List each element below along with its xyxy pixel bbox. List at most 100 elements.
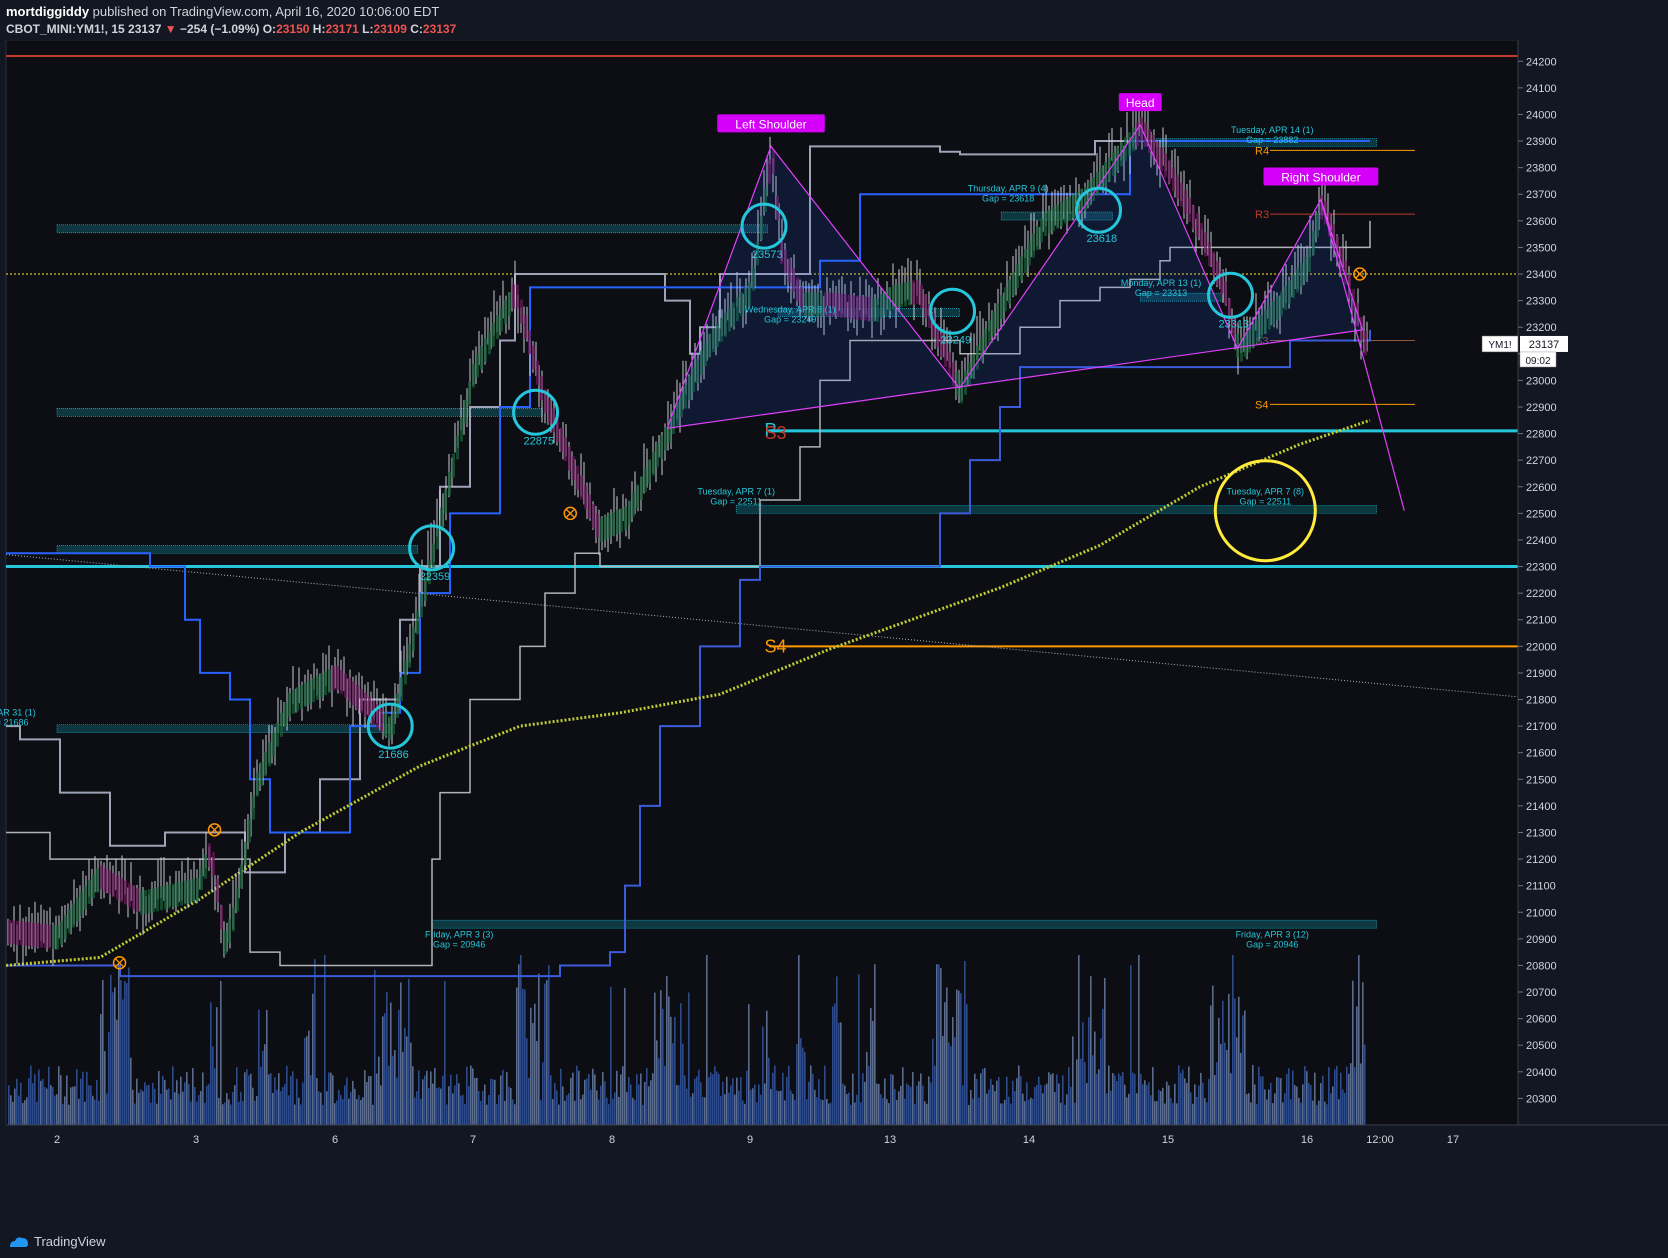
volume-bar [806, 1099, 808, 1125]
tradingview-logo[interactable]: TradingView [8, 1234, 106, 1249]
volume-bar [1148, 1082, 1150, 1125]
volume-bar [528, 1077, 530, 1125]
trend-cloud-segment [1216, 261, 1219, 286]
volume-bar [1068, 1067, 1070, 1125]
trend-cloud-segment [140, 890, 143, 915]
volume-bar [96, 1080, 98, 1125]
volume-bar [1268, 1089, 1270, 1125]
trend-cloud-segment [1052, 207, 1055, 231]
volume-bar [534, 1003, 536, 1125]
volume-bar [566, 1095, 568, 1125]
volume-bar [654, 992, 656, 1125]
volume-bar [1348, 1073, 1350, 1125]
volume-bar [834, 1003, 836, 1125]
volume-bar [236, 1067, 238, 1125]
volume-bar [234, 1085, 236, 1125]
volume-bar [646, 1067, 648, 1125]
time-tick-label: 13 [884, 1134, 896, 1146]
trend-cloud-segment [108, 870, 111, 895]
time-tick-label: 2 [54, 1134, 60, 1146]
trend-cloud-segment [1168, 159, 1171, 184]
volume-bar [352, 1080, 354, 1125]
volume-bar [1364, 1044, 1366, 1125]
volume-bar [484, 1084, 486, 1125]
volume-bar [642, 1104, 644, 1125]
trend-cloud-segment [988, 320, 991, 345]
volume-bar [526, 1038, 528, 1125]
author-name[interactable]: mortdiggiddy [6, 4, 89, 19]
volume-bar [584, 1079, 586, 1125]
price-chart[interactable]: PS3S4R4R3S3S4Left ShoulderHeadRight Shou… [0, 40, 1668, 1228]
volume-bar [604, 1081, 606, 1125]
gap-label-line2: Gap = 23618 [982, 194, 1034, 204]
volume-bar [500, 1075, 502, 1125]
volume-bar [1326, 1104, 1328, 1125]
volume-bar [664, 1065, 666, 1125]
volume-bar [318, 1091, 320, 1125]
volume-bar [474, 1078, 476, 1125]
volume-bar [1120, 1075, 1122, 1125]
trend-cloud-segment [1008, 279, 1011, 304]
volume-bar [468, 1085, 470, 1125]
trend-cloud-segment [652, 451, 655, 476]
trend-cloud-segment [648, 459, 651, 484]
volume-bar [644, 1081, 646, 1125]
volume-bar [194, 1087, 196, 1125]
volume-bar [486, 1104, 488, 1125]
symbol-label[interactable]: CBOT_MINI:YM1!, 15 [6, 22, 125, 36]
trend-cloud-segment [476, 353, 479, 378]
volume-bar [1138, 955, 1140, 1125]
volume-bar [476, 1077, 478, 1125]
volume-bar [452, 1093, 454, 1125]
volume-bar [350, 1091, 352, 1125]
volume-bar [1190, 1092, 1192, 1125]
volume-bar [522, 988, 524, 1125]
volume-bar [762, 1026, 764, 1125]
trend-cloud-segment [640, 476, 643, 501]
volume-bar [344, 1085, 346, 1125]
volume-bar [816, 1097, 818, 1125]
volume-bar [990, 1078, 992, 1125]
volume-bar [1044, 1085, 1046, 1125]
volume-bar [338, 1089, 340, 1125]
volume-bar [802, 1047, 804, 1125]
volume-bar [946, 987, 948, 1125]
volume-bar [954, 1037, 956, 1125]
volume-bar [358, 1095, 360, 1125]
volume-bar [1240, 1052, 1242, 1125]
time-axis[interactable] [0, 1125, 1668, 1228]
trend-cloud-segment [348, 677, 351, 702]
volume-bar [188, 1083, 190, 1125]
volume-bar [1248, 1093, 1250, 1125]
trend-cloud-segment [156, 887, 159, 912]
volume-bar [986, 1093, 988, 1125]
trend-cloud-segment [284, 703, 287, 727]
volume-bar [786, 1076, 788, 1125]
trend-cloud-segment [160, 886, 163, 911]
time-tick-label: 8 [609, 1134, 615, 1146]
volume-bar [48, 1066, 50, 1125]
volume-bar [524, 989, 526, 1125]
trend-cloud-segment [132, 885, 135, 910]
trend-cloud-segment [1024, 249, 1027, 273]
volume-bar [1038, 1076, 1040, 1125]
volume-bar [182, 1091, 184, 1125]
volume-bar [46, 1088, 48, 1125]
volume-bar [588, 1074, 590, 1125]
volume-bar [782, 1072, 784, 1125]
time-tick-label: 3 [193, 1134, 199, 1146]
trend-cloud-segment [448, 471, 451, 496]
volume-bar [822, 1100, 824, 1125]
volume-bar [94, 1099, 96, 1125]
trend-cloud-segment [144, 890, 147, 915]
volume-bar [536, 1040, 538, 1125]
pivot-small-label: R4 [1255, 145, 1269, 157]
volume-bar [572, 1072, 574, 1125]
volume-bar [792, 1093, 794, 1125]
trend-cloud-segment [1044, 212, 1047, 237]
volume-bar [602, 1071, 604, 1125]
trend-cloud-segment [192, 878, 195, 903]
trend-cloud-segment [992, 311, 995, 336]
volume-bar [956, 989, 958, 1125]
volume-bar [868, 1065, 870, 1125]
